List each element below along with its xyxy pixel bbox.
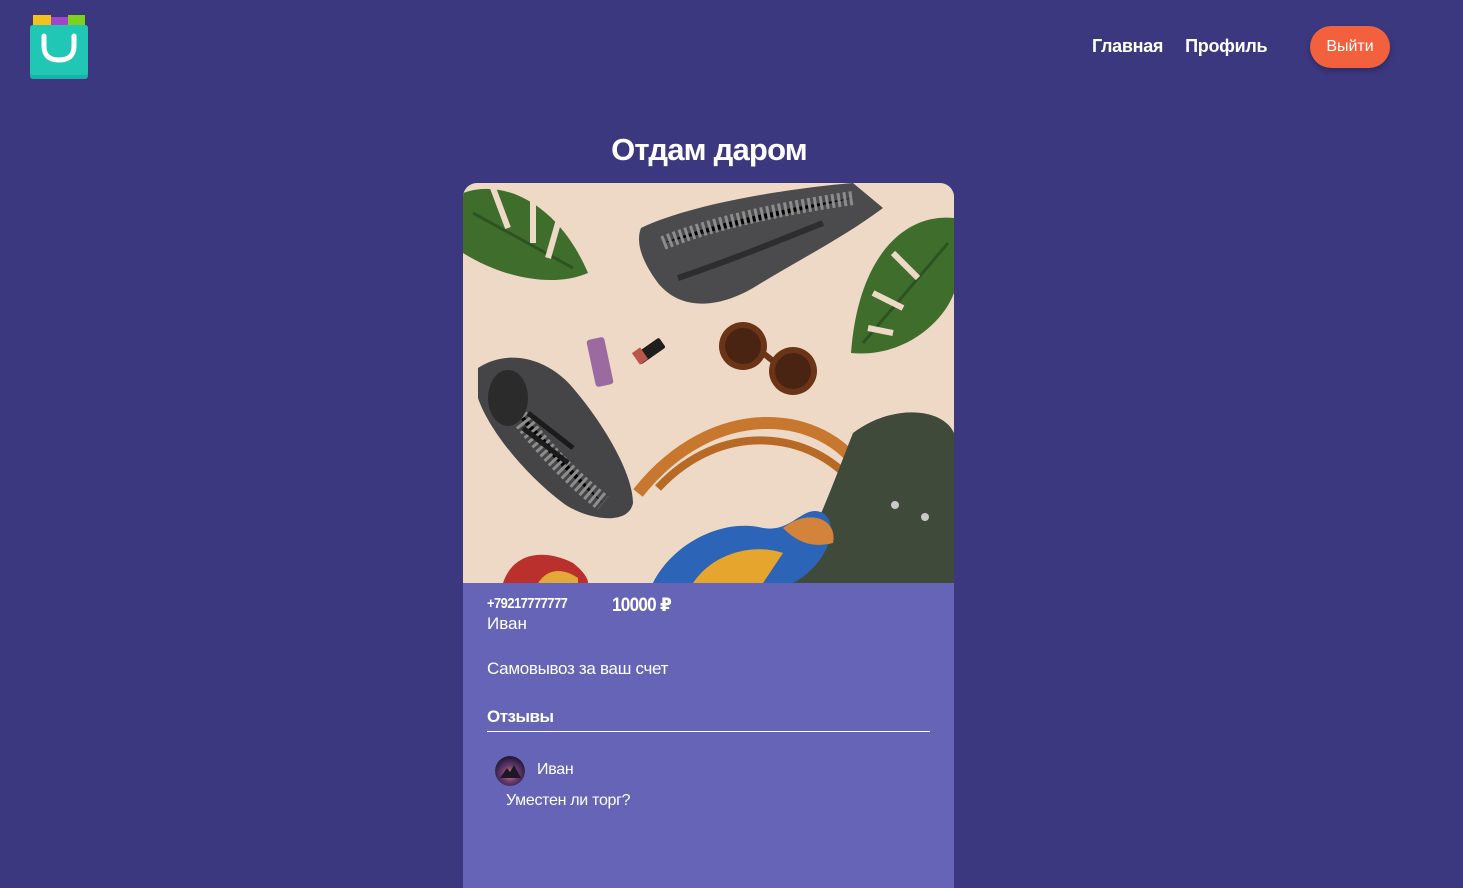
reviews-divider [487, 731, 930, 732]
shopping-bag-icon[interactable] [30, 14, 88, 79]
site-header: Главная Профиль Выйти [0, 0, 1463, 95]
listing-description: Самовывоз за ваш счет [487, 659, 669, 678]
reviews-heading: Отзывы [487, 707, 554, 726]
seller-phone: +79217777777 [487, 595, 568, 612]
main-nav: Главная Профиль [1092, 36, 1268, 57]
review-text: Уместен ли торг? [506, 792, 631, 809]
avatar [495, 756, 525, 786]
product-photo [463, 183, 954, 583]
review-author: Иван [537, 761, 574, 778]
seller-name: Иван [487, 614, 527, 633]
listing-card: +79217777777 10000 ₽ Иван Самовывоз за в… [463, 183, 954, 888]
nav-profile-link[interactable]: Профиль [1185, 36, 1267, 57]
page-title: Отдам даром [611, 132, 808, 167]
nav-home-link[interactable]: Главная [1092, 36, 1163, 57]
logout-button[interactable]: Выйти [1310, 26, 1390, 68]
listing-price: 10000 ₽ [612, 595, 672, 616]
